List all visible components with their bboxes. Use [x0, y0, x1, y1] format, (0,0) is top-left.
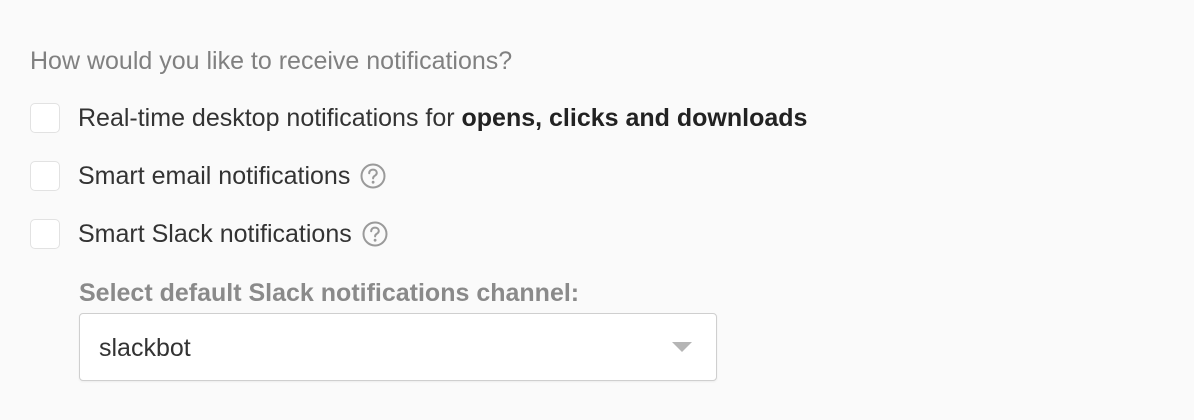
- email-help-question-circle-icon[interactable]: [359, 162, 387, 190]
- email-notifications-option[interactable]: Smart email notifications: [30, 159, 387, 193]
- slack-notifications-option[interactable]: Smart Slack notifications: [30, 217, 389, 251]
- desktop-notifications-checkbox[interactable]: [30, 103, 60, 133]
- slack-help-question-circle-icon[interactable]: [361, 220, 389, 248]
- slack-channel-label: Select default Slack notifications chann…: [79, 279, 580, 307]
- email-notifications-checkbox[interactable]: [30, 161, 60, 191]
- slack-notifications-label: Smart Slack notifications: [78, 220, 352, 248]
- chevron-down-icon: [672, 342, 692, 352]
- desktop-notifications-label-bold: opens, clicks and downloads: [461, 104, 808, 132]
- notifications-question: How would you like to receive notificati…: [30, 47, 513, 75]
- slack-channel-selected-value: slackbot: [99, 334, 191, 362]
- desktop-notifications-option[interactable]: Real-time desktop notifications for open…: [30, 101, 807, 135]
- desktop-notifications-label-text: Real-time desktop notifications for: [78, 104, 462, 132]
- email-notifications-label: Smart email notifications: [78, 162, 351, 190]
- slack-channel-select[interactable]: slackbot: [79, 313, 717, 381]
- slack-notifications-checkbox[interactable]: [30, 219, 60, 249]
- desktop-notifications-label: Real-time desktop notifications for open…: [78, 101, 807, 135]
